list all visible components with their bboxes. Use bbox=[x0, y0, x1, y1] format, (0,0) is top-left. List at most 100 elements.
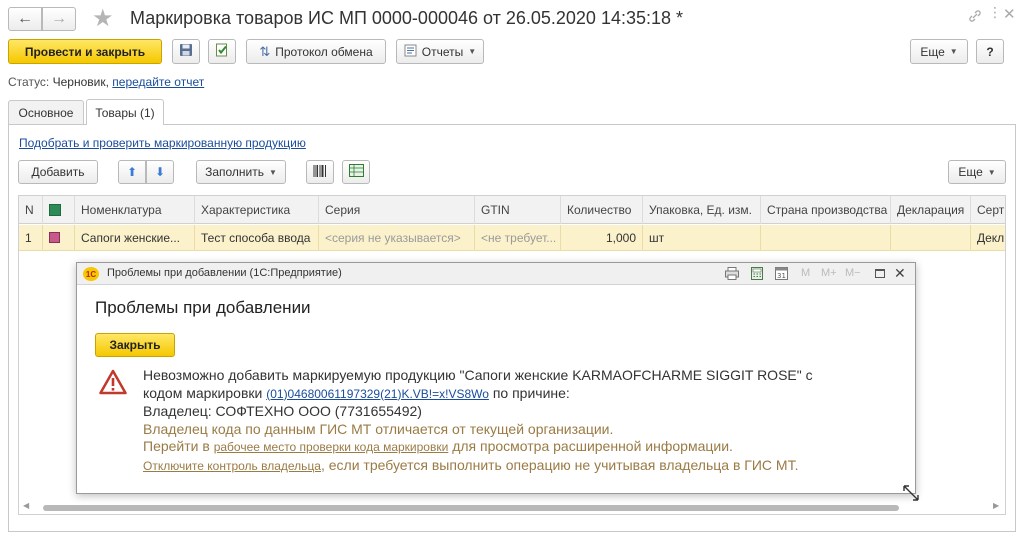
column-header-nomenclature[interactable]: Номенклатура bbox=[75, 196, 195, 224]
dialog-titlebar: 1C Проблемы при добавлении (1С:Предприят… bbox=[77, 263, 915, 285]
cell-marking-icon bbox=[43, 225, 75, 251]
cell-nomenclature: Сапоги женские... bbox=[75, 225, 195, 251]
goto-suffix: для просмотра расширенной информации. bbox=[452, 438, 733, 454]
memory-plus-button[interactable]: M+ bbox=[821, 267, 837, 279]
workplace-link[interactable]: рабочее место проверки кода маркировки bbox=[214, 440, 449, 454]
column-header-n[interactable]: N bbox=[19, 196, 43, 224]
status-line: Статус: Черновик, передайте отчет bbox=[8, 75, 204, 89]
dialog-close-button[interactable]: Закрыть bbox=[95, 333, 175, 357]
chevron-down-icon: ▼ bbox=[468, 47, 477, 56]
window-title: Маркировка товаров ИС МП 0000-000046 от … bbox=[130, 8, 684, 28]
post-icon bbox=[215, 43, 229, 60]
excel-load-button[interactable] bbox=[342, 160, 370, 184]
column-header-country[interactable]: Страна производства bbox=[761, 196, 891, 224]
reports-icon bbox=[404, 44, 417, 60]
owner-line: Владелец: СОФТЕХНО ООО (7731655492) bbox=[143, 403, 422, 419]
marking-code-link[interactable]: (01)04680061197329(21)K.VB!=x!VS8Wo bbox=[266, 387, 489, 401]
forward-icon: → bbox=[51, 10, 67, 27]
cell-characteristic: Тест способа ввода bbox=[195, 225, 319, 251]
more-button[interactable]: Еще ▼ bbox=[910, 39, 968, 64]
marking-icon bbox=[49, 204, 61, 216]
link-icon[interactable] bbox=[968, 9, 982, 23]
cell-package: шт bbox=[643, 225, 761, 251]
more-dots-icon[interactable]: ⋮ bbox=[988, 4, 1002, 21]
goods-more-label: Еще bbox=[958, 165, 983, 179]
arrow-down-icon: ⬇ bbox=[154, 165, 166, 179]
dialog-close-label: Закрыть bbox=[109, 338, 161, 352]
add-label: Добавить bbox=[31, 165, 85, 179]
calendar-icon[interactable]: 31 bbox=[775, 266, 788, 283]
scroll-right-icon[interactable]: ▶ bbox=[993, 501, 999, 510]
back-button[interactable]: ← bbox=[8, 7, 42, 31]
chevron-down-icon: ▼ bbox=[269, 167, 277, 177]
excel-icon bbox=[348, 164, 364, 180]
print-icon[interactable] bbox=[725, 267, 739, 283]
move-down-button[interactable]: ⬇ bbox=[146, 160, 174, 184]
cell-gtin: <не требует... bbox=[475, 225, 561, 251]
chevron-down-icon: ▼ bbox=[949, 47, 958, 56]
cell-cert: Декл bbox=[977, 231, 1005, 245]
add-button[interactable]: Добавить bbox=[18, 160, 98, 184]
column-header-package[interactable]: Упаковка, Ед. изм. bbox=[643, 196, 761, 224]
status-value: Черновик, bbox=[52, 75, 109, 89]
scroll-left-icon[interactable]: ◀ bbox=[23, 501, 29, 510]
chevron-down-icon: ▼ bbox=[987, 167, 996, 177]
goto-line: Перейти в рабочее место проверки кода ма… bbox=[143, 438, 903, 457]
close-icon[interactable]: ✕ bbox=[1003, 5, 1016, 23]
forward-button[interactable]: → bbox=[42, 7, 76, 31]
disable-suffix: , если требуется выполнить операцию не у… bbox=[320, 456, 799, 473]
status-label: Статус: bbox=[8, 75, 50, 89]
barcode-button[interactable] bbox=[306, 160, 334, 184]
warning-icon bbox=[99, 369, 127, 398]
table-header: N Номенклатура Характеристика Серия GTIN… bbox=[19, 196, 1005, 224]
move-up-button[interactable]: ⬆ bbox=[118, 160, 146, 184]
post-button[interactable] bbox=[208, 39, 236, 64]
column-header-cert[interactable]: Серт bbox=[971, 196, 1005, 224]
back-icon: ← bbox=[17, 10, 33, 27]
message-line-1: Невозможно добавить маркируемую продукци… bbox=[143, 367, 813, 383]
favorite-star[interactable]: ★ bbox=[92, 4, 114, 33]
column-header-characteristic[interactable]: Характеристика bbox=[195, 196, 319, 224]
barcode-icon bbox=[313, 164, 327, 180]
calculator-icon[interactable] bbox=[751, 267, 763, 283]
reports-button[interactable]: Отчеты ▼ bbox=[396, 39, 484, 64]
message-line-2: кодом маркировки (01)04680061197329(21)K… bbox=[143, 385, 903, 404]
cell-quantity: 1,000 bbox=[561, 225, 643, 251]
star-icon: ★ bbox=[92, 5, 114, 32]
help-button[interactable]: ? bbox=[976, 39, 1004, 64]
cell-n: 1 bbox=[19, 225, 43, 251]
reports-label: Отчеты bbox=[421, 44, 464, 59]
table-row[interactable]: 1 Сапоги женские... Тест способа ввода <… bbox=[19, 225, 1005, 251]
disable-line: Отключите контроль владельца, если требу… bbox=[143, 457, 903, 476]
dialog-window-title: Проблемы при добавлении (1С:Предприятие) bbox=[107, 267, 342, 279]
exchange-protocol-label: Протокол обмена bbox=[275, 44, 373, 59]
fill-button[interactable]: Заполнить ▼ bbox=[196, 160, 286, 184]
dialog-close-icon[interactable]: ✕ bbox=[894, 265, 906, 282]
save-button[interactable] bbox=[172, 39, 200, 64]
fill-label: Заполнить bbox=[205, 165, 264, 179]
pick-and-check-link[interactable]: Подобрать и проверить маркированную прод… bbox=[19, 136, 306, 150]
horizontal-scrollbar[interactable]: ◀ ▶ bbox=[19, 501, 1005, 514]
column-header-marking-icon[interactable] bbox=[43, 196, 75, 224]
save-icon bbox=[179, 43, 193, 60]
scrollbar-thumb[interactable] bbox=[43, 505, 899, 511]
more-label: Еще bbox=[920, 44, 945, 59]
column-header-series[interactable]: Серия bbox=[319, 196, 475, 224]
column-header-declaration[interactable]: Декларация bbox=[891, 196, 971, 224]
column-header-quantity[interactable]: Количество bbox=[561, 196, 643, 224]
exchange-icon: ⇅ bbox=[259, 43, 271, 59]
exchange-protocol-button[interactable]: ⇅ Протокол обмена bbox=[246, 39, 386, 64]
tab-main[interactable]: Основное bbox=[8, 100, 84, 125]
column-header-gtin[interactable]: GTIN bbox=[475, 196, 561, 224]
resize-icon[interactable] bbox=[903, 485, 919, 504]
send-report-link[interactable]: передайте отчет bbox=[112, 75, 204, 89]
tab-goods[interactable]: Товары (1) bbox=[86, 99, 164, 125]
help-label: ? bbox=[986, 44, 994, 59]
post-and-close-button[interactable]: Провести и закрыть bbox=[8, 39, 162, 64]
memory-m-button[interactable]: M bbox=[801, 267, 810, 279]
cell-series: <серия не указывается> bbox=[319, 225, 475, 251]
disable-owner-control-link[interactable]: Отключите контроль владельца bbox=[143, 459, 321, 473]
goods-more-button[interactable]: Еще ▼ bbox=[948, 160, 1006, 184]
memory-minus-button[interactable]: M− bbox=[845, 267, 861, 279]
maximize-icon[interactable] bbox=[875, 269, 885, 278]
